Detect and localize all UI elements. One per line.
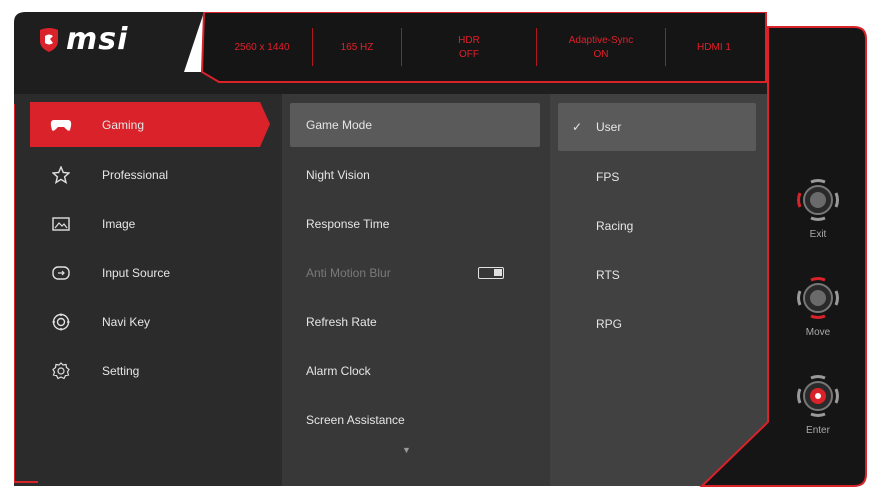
star-icon [46,165,76,184]
sidebar-item-image[interactable]: Image [30,201,270,246]
gear-icon [46,361,76,380]
status-adaptive-sync: Adaptive-Sync ON [568,35,634,60]
sidebar-item-label: Image [102,216,136,231]
sidebar-item-label: Setting [102,363,140,378]
sidebar-item-professional[interactable]: Professional [30,152,270,197]
sidebar-item-navi-key[interactable]: Navi Key [30,299,270,344]
control-enter-label: Enter [806,425,830,436]
active-pointer [260,102,270,147]
menu-item-anti-motion-blur[interactable]: Anti Motion Blur [290,251,540,295]
status-refresh-rate: 165 HZ [340,42,374,53]
brand-name: msi [66,22,129,57]
option-racing[interactable]: Racing [558,202,756,250]
sidebar-item-setting[interactable]: Setting [30,348,270,393]
sidebar-item-label: Gaming [102,117,145,132]
scroll-down-icon[interactable]: ▼ [402,445,411,455]
sidebar-item-label: Professional [102,167,169,182]
option-rpg[interactable]: RPG [558,300,756,348]
joystick-left-icon [797,179,839,221]
msi-logo: msi [38,22,128,57]
menu-item-night-vision[interactable]: Night Vision [290,153,540,197]
sidebar-item-input-source[interactable]: Input Source [30,250,270,295]
sidebar-item-label: Input Source [102,265,171,280]
image-icon [46,216,76,231]
sidebar-item-gaming[interactable]: Gaming [30,102,260,147]
option-user[interactable]: ✓ User [558,103,756,151]
menu-item-response-time[interactable]: Response Time [290,202,540,246]
anti-motion-blur-toggle[interactable] [478,267,504,279]
checkmark-icon: ✓ [572,120,583,134]
menu-item-screen-assistance[interactable]: Screen Assistance [290,398,540,442]
status-hdr: HDR OFF [458,35,480,60]
gamepad-icon [46,118,76,132]
sidebar-item-label: Navi Key [102,314,151,329]
option-fps[interactable]: FPS [558,153,756,201]
option-rts[interactable]: RTS [558,251,756,299]
menu-item-game-mode[interactable]: Game Mode [290,103,540,147]
control-exit: Exit [793,178,843,240]
control-enter: Enter [793,374,843,436]
input-source-icon [46,265,76,280]
dragon-shield-icon [40,27,58,52]
joystick-press-icon [797,375,839,417]
status-resolution: 2560 x 1440 [234,42,290,53]
menu-item-alarm-clock[interactable]: Alarm Clock [290,349,540,393]
joystick-updown-icon [797,277,839,319]
status-input: HDMI 1 [697,42,731,53]
control-move: Move [793,276,843,338]
menu-item-refresh-rate[interactable]: Refresh Rate [290,300,540,344]
control-exit-label: Exit [809,229,827,240]
control-move-label: Move [805,327,831,338]
navi-key-icon [46,313,76,331]
